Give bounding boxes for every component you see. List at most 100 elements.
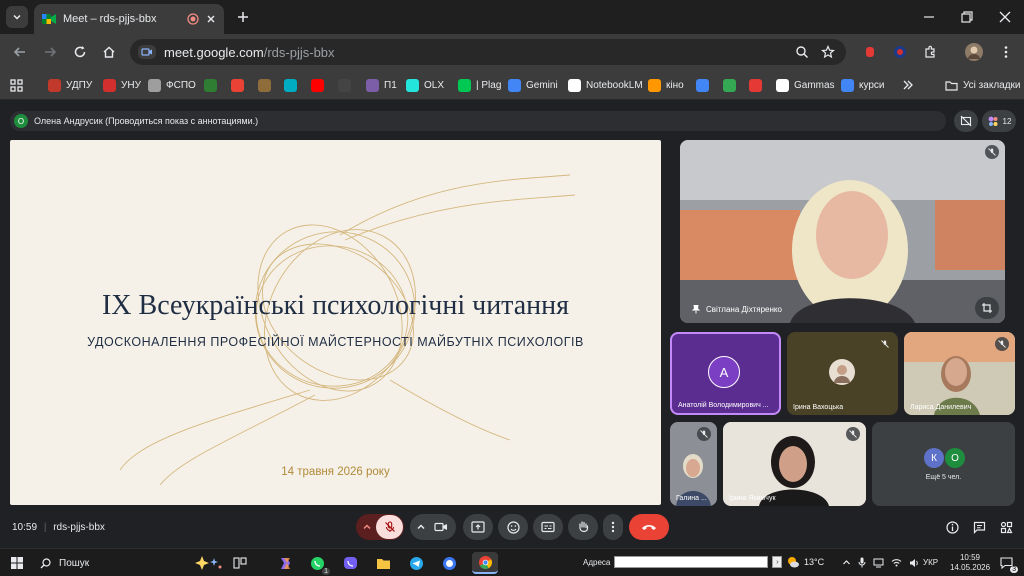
present-button[interactable]: [463, 514, 493, 540]
browser-menu-button[interactable]: [996, 42, 1016, 62]
participant-tile-3[interactable]: Лариса Данилевич: [904, 332, 1015, 415]
bookmark-item[interactable]: П1: [366, 77, 397, 93]
profile-avatar[interactable]: [964, 42, 984, 62]
bookmark-favicon-icon: [508, 78, 521, 92]
telegram-app[interactable]: [406, 553, 426, 573]
avatar-initial: А: [708, 356, 740, 388]
network-icon[interactable]: [873, 558, 884, 568]
copilot-app[interactable]: [275, 553, 295, 573]
bookmark-item[interactable]: [258, 77, 271, 93]
bookmark-star-button[interactable]: [818, 42, 838, 62]
bookmark-item[interactable]: [231, 77, 244, 93]
mic-toggle-button[interactable]: [376, 515, 403, 539]
bookmark-label: NotebookLM: [586, 79, 643, 91]
participant-tile-1[interactable]: А Анатолій Володимирович ...: [670, 332, 781, 415]
more-bookmarks-button[interactable]: [902, 77, 914, 93]
taskbar-search[interactable]: Пошук: [34, 552, 224, 574]
all-bookmarks-button[interactable]: Усі закладки: [945, 77, 1021, 93]
wifi-icon[interactable]: [891, 558, 902, 567]
reload-button[interactable]: [70, 42, 90, 62]
participant-tile-5[interactable]: Ірина Якимчук: [723, 422, 866, 506]
hide-tiles-button[interactable]: [954, 110, 978, 132]
extension-flag-button[interactable]: [890, 42, 910, 62]
minimize-button[interactable]: [918, 6, 940, 28]
bookmark-item[interactable]: OLX: [406, 77, 444, 93]
home-button[interactable]: [99, 42, 119, 62]
tile-options-button[interactable]: [975, 297, 999, 319]
participants-button[interactable]: 12: [982, 110, 1016, 132]
viber-app[interactable]: [340, 553, 360, 573]
participant-tile-4[interactable]: Галина ...: [670, 422, 717, 506]
tab-meet[interactable]: Meet – rds-pjjs-bbx: [34, 4, 224, 34]
restore-button[interactable]: [956, 6, 978, 28]
mic-off-icon: [700, 430, 708, 438]
new-tab-button[interactable]: [234, 8, 252, 26]
bookmark-item[interactable]: [696, 77, 709, 93]
notifications-button[interactable]: 3: [996, 553, 1018, 573]
start-button[interactable]: [7, 553, 27, 573]
chevron-up-icon[interactable]: [842, 558, 851, 567]
flag-extension-icon: [894, 46, 906, 58]
bookmark-favicon-icon: [311, 78, 324, 92]
bookmark-item[interactable]: ФСПО: [148, 77, 196, 93]
camera-toggle-button[interactable]: [434, 521, 448, 533]
bookmark-item[interactable]: | Plag: [458, 77, 501, 93]
reactions-button[interactable]: [498, 514, 528, 540]
chat-button[interactable]: [968, 514, 990, 540]
bookmark-item[interactable]: [311, 77, 324, 93]
task-view-button[interactable]: [230, 553, 250, 573]
bookmark-item[interactable]: Gammas: [776, 77, 835, 93]
captions-button[interactable]: [533, 514, 563, 540]
chrome-app[interactable]: [472, 552, 498, 574]
more-participants-tile[interactable]: К О Ещё 5 чел.: [872, 422, 1015, 506]
close-tab-icon[interactable]: [206, 14, 216, 24]
weather-temp: 13°C: [804, 557, 825, 567]
participant-tile-2[interactable]: Ірина Вахоцька: [787, 332, 898, 415]
weather-widget[interactable]: 13°C: [786, 555, 824, 569]
bookmark-item[interactable]: NotebookLM: [568, 77, 643, 93]
bookmark-label: П1: [384, 79, 397, 91]
mic-options-button[interactable]: [362, 522, 372, 532]
bookmark-item[interactable]: [204, 77, 217, 93]
bookmark-item[interactable]: [723, 77, 736, 93]
participant-tile-main[interactable]: Світлана Діхтяренко: [680, 140, 1005, 323]
bookmark-item[interactable]: Gemini: [508, 77, 558, 93]
forward-button[interactable]: [40, 42, 60, 62]
bookmark-item[interactable]: [338, 77, 351, 93]
address-input[interactable]: [614, 556, 769, 568]
whatsapp-app[interactable]: 1: [307, 553, 330, 575]
extension-hand-button[interactable]: [860, 42, 880, 62]
bookmark-item[interactable]: [284, 77, 297, 93]
leave-call-button[interactable]: [629, 514, 669, 540]
back-button[interactable]: [10, 42, 30, 62]
zoom-button[interactable]: [792, 42, 812, 62]
apps-button[interactable]: [10, 77, 23, 93]
bookmark-item[interactable]: [749, 77, 762, 93]
raise-hand-button[interactable]: [568, 514, 598, 540]
bookmark-item[interactable]: УНУ: [103, 77, 141, 93]
close-window-button[interactable]: [994, 6, 1016, 28]
task-view-icon: [233, 557, 247, 569]
taskbar-clock[interactable]: 10:59 14.05.2026: [950, 553, 990, 573]
extensions-button[interactable]: [920, 42, 940, 62]
tab-search-button[interactable]: [6, 6, 28, 28]
minimize-icon: [924, 16, 934, 18]
meeting-details-button[interactable]: [941, 514, 963, 540]
bookmark-item[interactable]: курси: [841, 77, 885, 93]
activities-button[interactable]: [994, 514, 1018, 540]
pin-icon: [692, 305, 700, 314]
camera-options-button[interactable]: [416, 522, 426, 532]
address-bar[interactable]: meet.google.com/rds-pjjs-bbx: [130, 39, 846, 65]
address-go-button[interactable]: ›: [772, 556, 783, 568]
frame-icon: [982, 303, 992, 313]
mic-icon[interactable]: [858, 557, 866, 568]
signal-app[interactable]: [439, 553, 459, 573]
language-indicator[interactable]: УКР: [923, 558, 938, 567]
bookmark-item[interactable]: кіно: [648, 77, 684, 93]
file-explorer-app[interactable]: [373, 553, 393, 573]
more-options-button[interactable]: [603, 514, 623, 540]
bookmark-item[interactable]: УДПУ: [48, 77, 92, 93]
volume-icon[interactable]: [909, 558, 920, 568]
folder-icon: [945, 80, 958, 91]
bookmarks-bar: УДПУ УНУ ФСПО П1 OLX | Plag Gemini NotebookLM кі…: [0, 70, 1024, 100]
